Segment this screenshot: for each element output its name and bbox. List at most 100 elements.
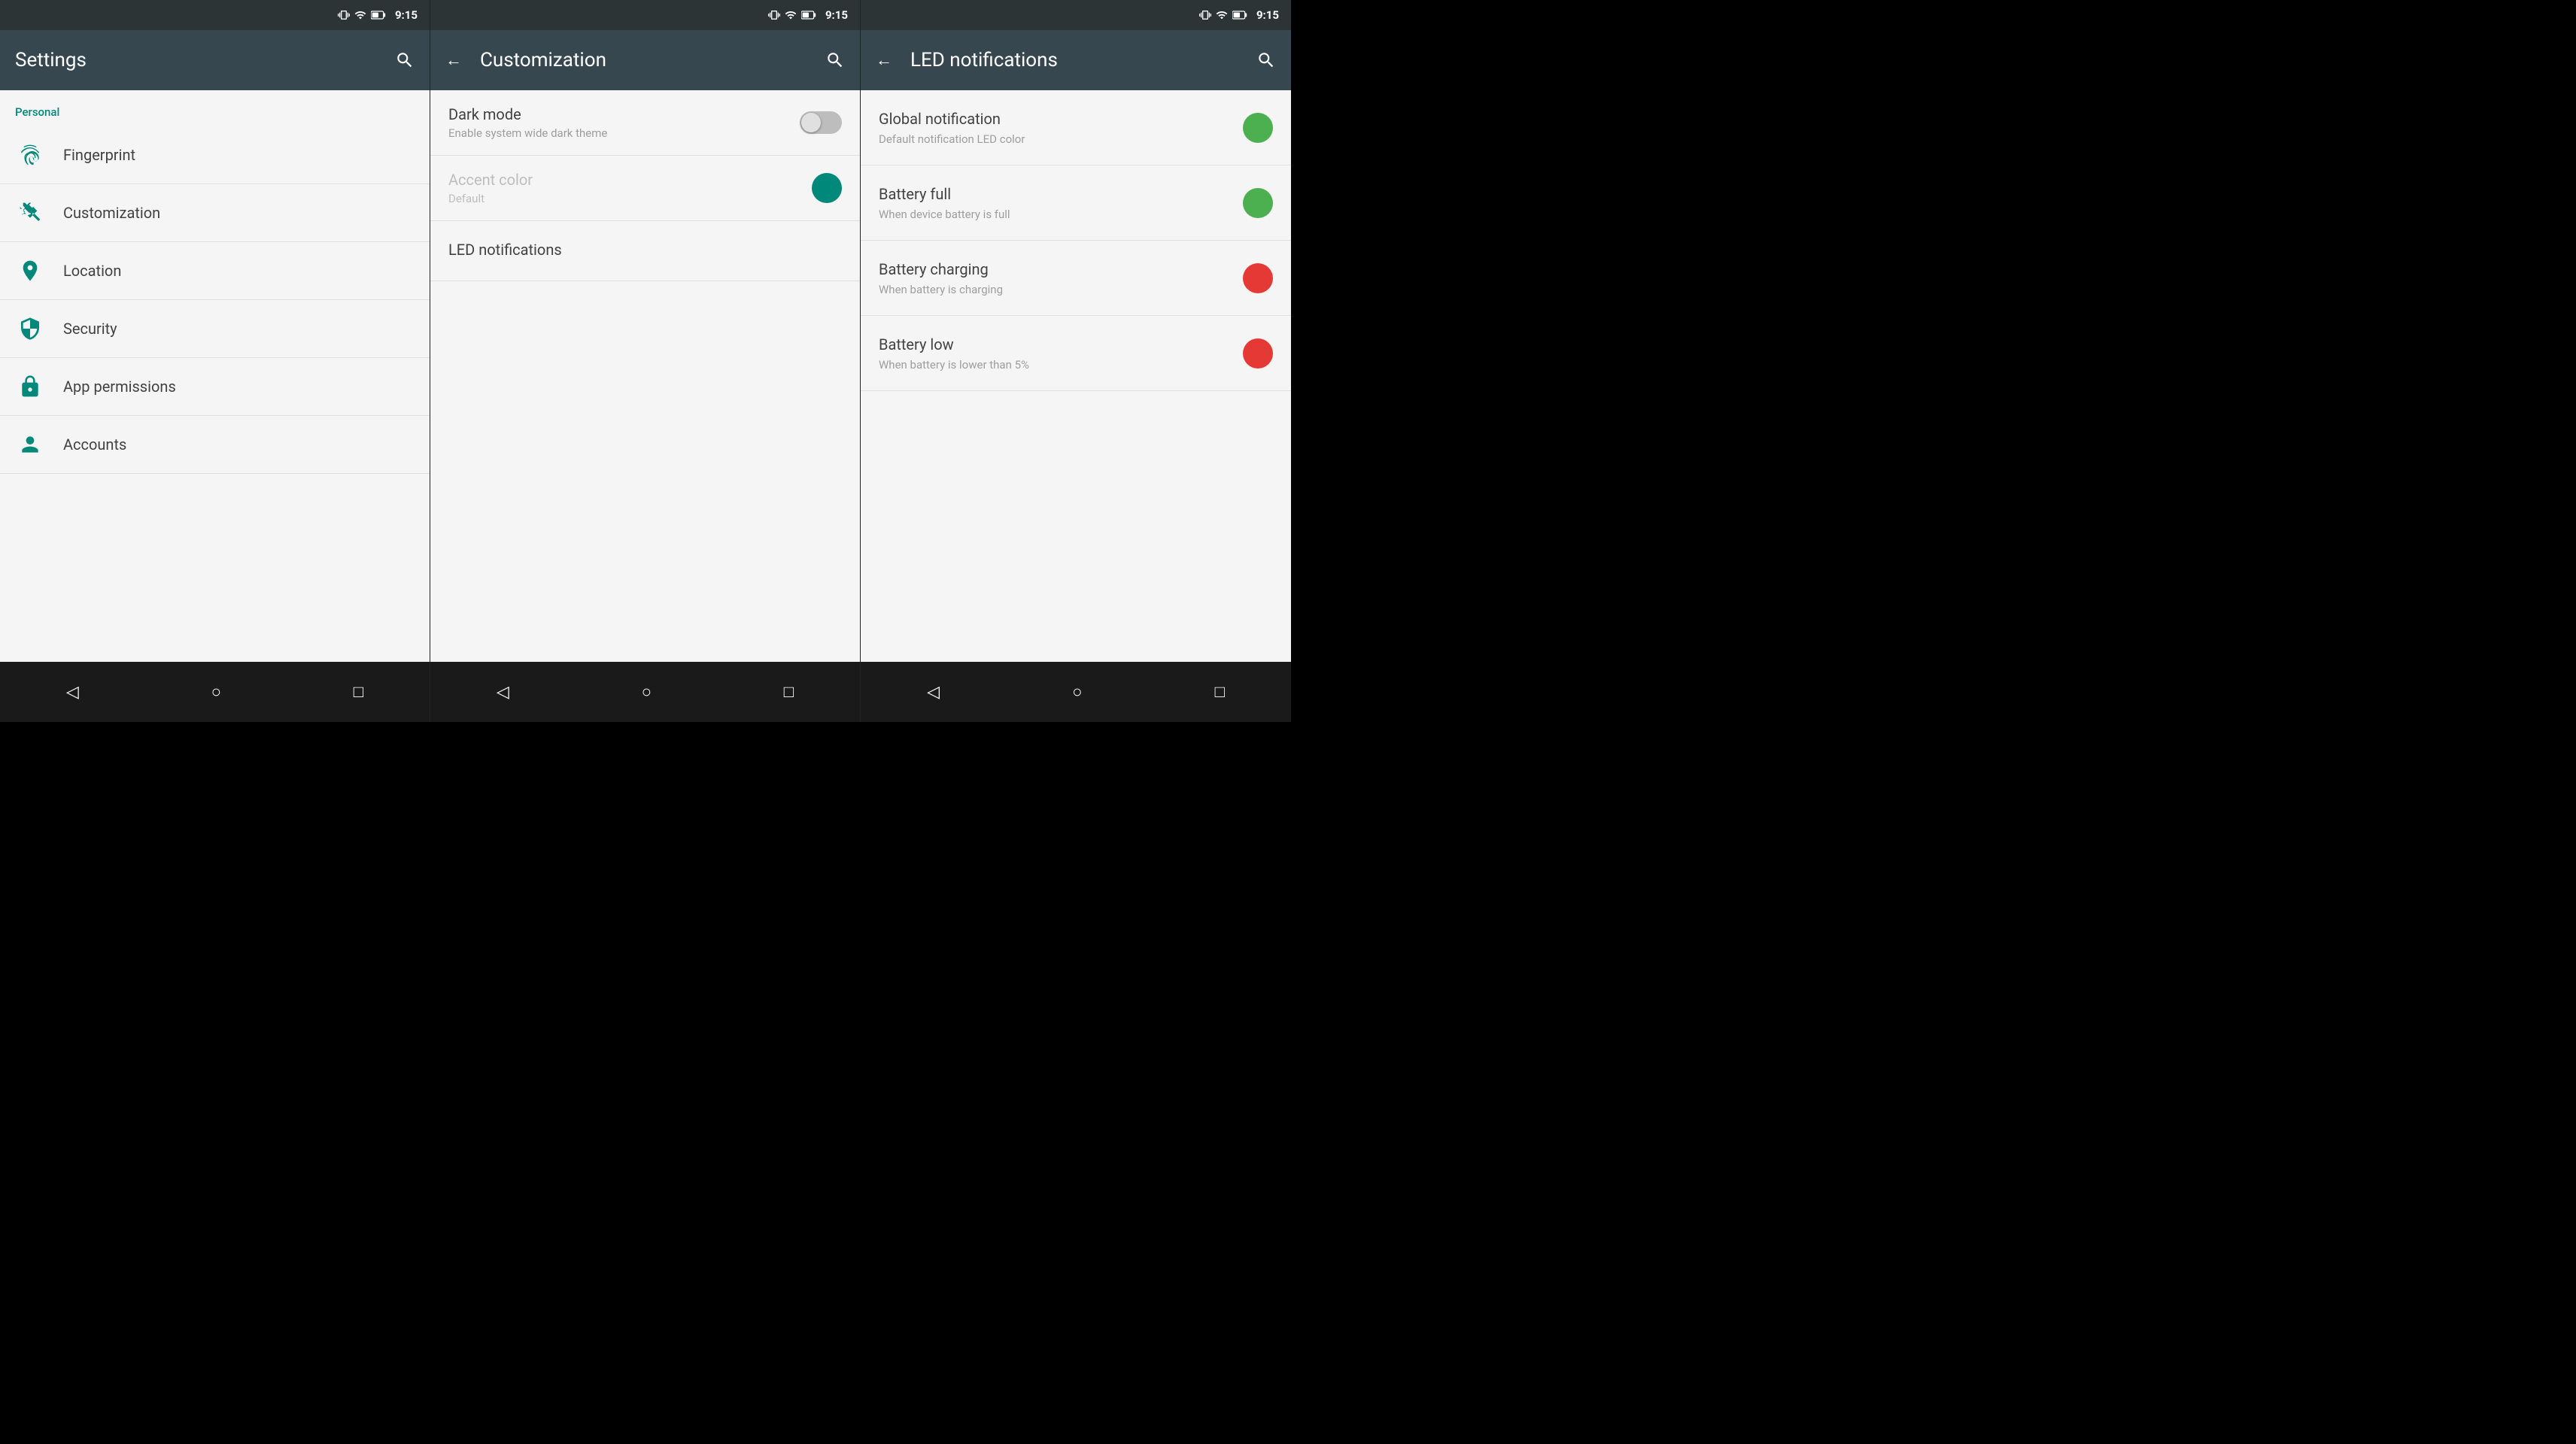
nav-bar-1: ◁ ○ □ bbox=[0, 662, 430, 722]
status-icons-3 bbox=[1199, 8, 1247, 22]
app-permissions-icon bbox=[15, 372, 45, 402]
security-label: Security bbox=[63, 320, 117, 338]
sidebar-item-app-permissions[interactable]: App permissions bbox=[0, 358, 430, 416]
settings-content: Personal Fingerprint Customization Locat… bbox=[0, 90, 430, 662]
led-notifications-text: LED notifications bbox=[448, 241, 842, 262]
status-bar-2: 9:15 bbox=[430, 0, 860, 30]
signal-icon bbox=[354, 8, 366, 22]
dark-mode-subtitle: Enable system wide dark theme bbox=[448, 126, 800, 140]
app-bar-customization: ← Customization bbox=[430, 30, 860, 90]
status-bar-1: 9:15 bbox=[0, 0, 430, 30]
signal-icon-3 bbox=[1216, 8, 1228, 22]
status-time-3: 9:15 bbox=[1256, 8, 1279, 22]
battery-charging-title: Battery charging bbox=[879, 260, 1243, 278]
battery-charging-row[interactable]: Battery charging When battery is chargin… bbox=[861, 241, 1291, 316]
battery-charging-text: Battery charging When battery is chargin… bbox=[879, 260, 1243, 296]
led-notifications-panel: 9:15 ← LED notifications Global notifica… bbox=[861, 0, 1291, 722]
accounts-label: Accounts bbox=[63, 435, 126, 454]
global-notification-title: Global notification bbox=[879, 110, 1243, 128]
location-icon bbox=[15, 256, 45, 286]
accent-color-dot bbox=[812, 173, 842, 203]
sidebar-item-customization[interactable]: Customization bbox=[0, 184, 430, 242]
dark-mode-text: Dark mode Enable system wide dark theme bbox=[448, 105, 800, 140]
battery-low-color bbox=[1243, 338, 1273, 369]
status-icons-1 bbox=[338, 8, 386, 22]
customization-panel: 9:15 ← Customization Dark mode Enable sy… bbox=[430, 0, 861, 722]
accounts-icon bbox=[15, 429, 45, 460]
recents-button-1[interactable]: □ bbox=[346, 675, 371, 709]
dark-mode-toggle[interactable] bbox=[800, 111, 842, 134]
dark-mode-title: Dark mode bbox=[448, 105, 800, 123]
toggle-knob bbox=[801, 113, 821, 132]
status-time-2: 9:15 bbox=[825, 8, 848, 22]
nav-bar-2: ◁ ○ □ bbox=[430, 662, 860, 722]
sidebar-item-location[interactable]: Location bbox=[0, 242, 430, 300]
global-notification-subtitle: Default notification LED color bbox=[879, 132, 1243, 146]
back-button-led[interactable]: ← bbox=[876, 50, 892, 70]
led-notifications-content: Global notification Default notification… bbox=[861, 90, 1291, 662]
settings-title: Settings bbox=[15, 49, 383, 71]
battery-full-subtitle: When device battery is full bbox=[879, 208, 1243, 221]
settings-panel: 9:15 Settings Personal Fingerprint Custo… bbox=[0, 0, 430, 722]
fingerprint-icon bbox=[15, 140, 45, 170]
battery-full-row[interactable]: Battery full When device battery is full bbox=[861, 165, 1291, 241]
search-icon-3[interactable] bbox=[1256, 50, 1276, 70]
led-notifications-title: LED notifications bbox=[448, 241, 842, 259]
battery-low-subtitle: When battery is lower than 5% bbox=[879, 358, 1243, 372]
battery-icon-3 bbox=[1232, 10, 1247, 20]
back-button-3[interactable]: ◁ bbox=[919, 675, 947, 709]
app-bar-led: ← LED notifications bbox=[861, 30, 1291, 90]
battery-charging-color bbox=[1243, 263, 1273, 293]
accent-color-row[interactable]: Accent color Default bbox=[430, 156, 860, 221]
search-icon-2[interactable] bbox=[825, 50, 845, 70]
customization-content: Dark mode Enable system wide dark theme … bbox=[430, 90, 860, 662]
home-button-2[interactable]: ○ bbox=[634, 675, 659, 709]
fingerprint-label: Fingerprint bbox=[63, 146, 135, 164]
battery-full-color bbox=[1243, 188, 1273, 218]
status-time-1: 9:15 bbox=[395, 8, 418, 22]
location-label: Location bbox=[63, 262, 121, 280]
vibrate-icon-2 bbox=[768, 8, 780, 22]
battery-icon-2 bbox=[801, 10, 816, 20]
customization-label: Customization bbox=[63, 204, 160, 222]
battery-charging-subtitle: When battery is charging bbox=[879, 283, 1243, 296]
accent-color-title: Accent color bbox=[448, 171, 812, 189]
global-notification-text: Global notification Default notification… bbox=[879, 110, 1243, 146]
home-button-3[interactable]: ○ bbox=[1065, 675, 1089, 709]
customization-title: Customization bbox=[480, 49, 813, 71]
battery-low-text: Battery low When battery is lower than 5… bbox=[879, 335, 1243, 372]
security-icon bbox=[15, 314, 45, 344]
back-button-2[interactable]: ◁ bbox=[489, 675, 517, 709]
battery-low-title: Battery low bbox=[879, 335, 1243, 353]
recents-button-3[interactable]: □ bbox=[1208, 675, 1232, 709]
led-title: LED notifications bbox=[910, 49, 1244, 71]
nav-bar-3: ◁ ○ □ bbox=[861, 662, 1291, 722]
recents-button-2[interactable]: □ bbox=[776, 675, 801, 709]
search-icon-1[interactable] bbox=[395, 50, 415, 70]
status-bar-3: 9:15 bbox=[861, 0, 1291, 30]
sidebar-item-accounts[interactable]: Accounts bbox=[0, 416, 430, 474]
battery-low-row[interactable]: Battery low When battery is lower than 5… bbox=[861, 316, 1291, 391]
home-button-1[interactable]: ○ bbox=[204, 675, 229, 709]
battery-full-title: Battery full bbox=[879, 185, 1243, 203]
global-notification-row[interactable]: Global notification Default notification… bbox=[861, 90, 1291, 165]
vibrate-icon-3 bbox=[1199, 8, 1211, 22]
accent-color-subtitle: Default bbox=[448, 192, 812, 205]
status-icons-2 bbox=[768, 8, 816, 22]
dark-mode-row[interactable]: Dark mode Enable system wide dark theme bbox=[430, 90, 860, 156]
accent-color-text: Accent color Default bbox=[448, 171, 812, 205]
app-bar-settings: Settings bbox=[0, 30, 430, 90]
battery-full-text: Battery full When device battery is full bbox=[879, 185, 1243, 221]
signal-icon-2 bbox=[785, 8, 797, 22]
global-notification-color bbox=[1243, 113, 1273, 143]
battery-icon bbox=[371, 10, 386, 20]
sidebar-item-security[interactable]: Security bbox=[0, 300, 430, 358]
app-permissions-label: App permissions bbox=[63, 378, 176, 396]
back-button-1[interactable]: ◁ bbox=[59, 675, 87, 709]
sidebar-item-fingerprint[interactable]: Fingerprint bbox=[0, 126, 430, 184]
led-notifications-row[interactable]: LED notifications bbox=[430, 221, 860, 281]
back-button-customization[interactable]: ← bbox=[445, 50, 462, 70]
section-personal: Personal bbox=[0, 90, 430, 126]
vibrate-icon bbox=[338, 8, 350, 22]
customization-icon bbox=[15, 198, 45, 228]
